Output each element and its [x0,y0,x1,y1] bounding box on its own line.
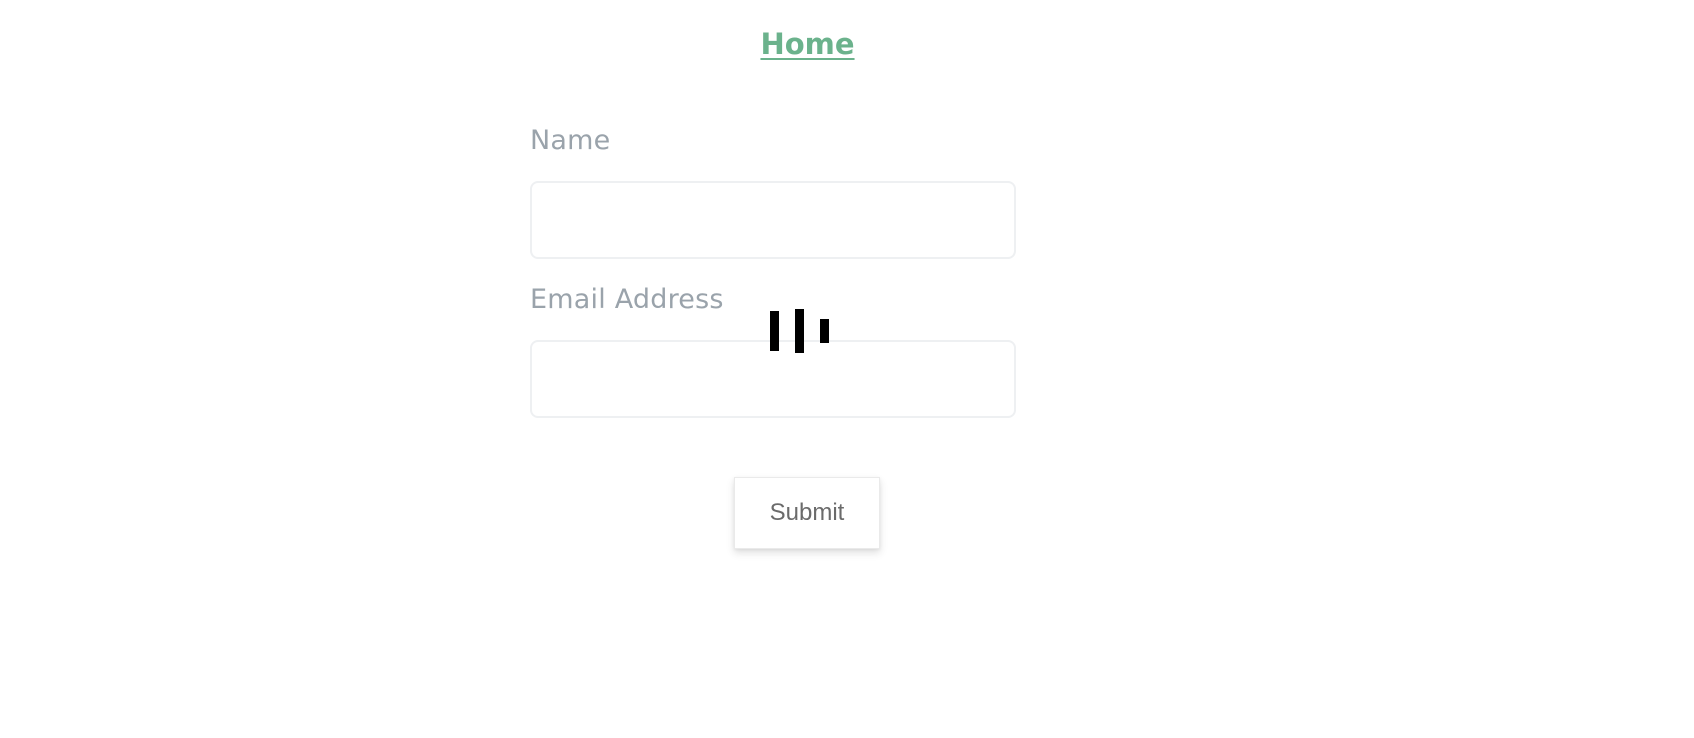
loading-bar [770,311,779,351]
home-link[interactable]: Home [0,26,1615,62]
loading-bars-icon [770,309,830,354]
loading-bar [820,319,829,343]
name-label: Name [530,125,611,156]
name-field[interactable] [530,181,1016,259]
email-label: Email Address [530,284,724,315]
submit-button[interactable]: Submit [734,477,880,549]
loading-bar [795,309,804,353]
page: Home Name Email Address Submit [0,0,1694,738]
